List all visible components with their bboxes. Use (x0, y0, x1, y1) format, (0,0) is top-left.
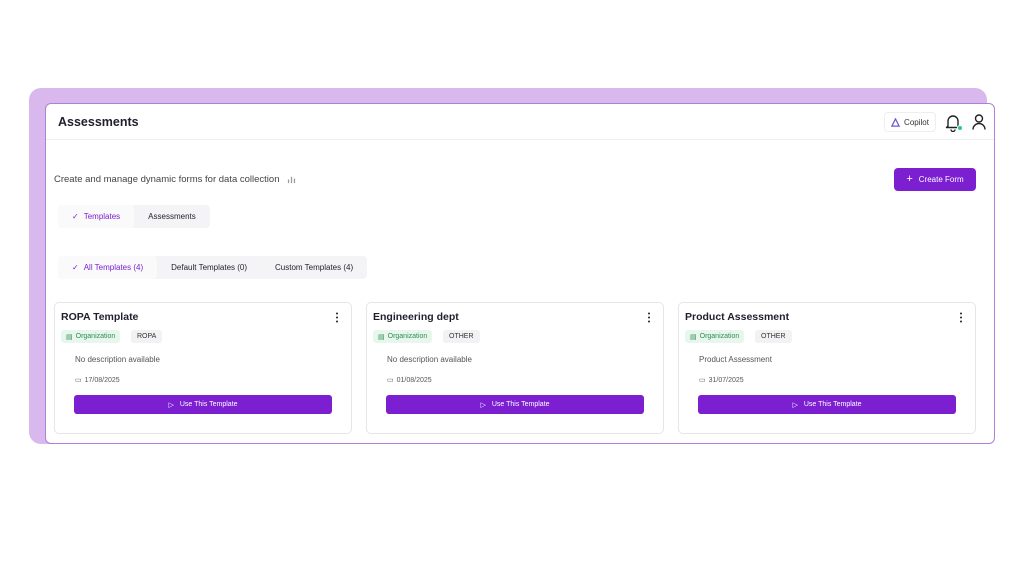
filter-all-label: All Templates (4) (83, 263, 144, 272)
use-template-button[interactable]: ▷ Use This Template (386, 395, 644, 414)
organization-badge: ▤ Organization (61, 330, 121, 343)
more-options-icon[interactable] (335, 312, 339, 323)
subtitle-text: Create and manage dynamic forms for data… (54, 174, 280, 185)
create-form-button[interactable]: + Create Form (894, 168, 976, 191)
card-date: ▭ 17/08/2025 (75, 376, 120, 385)
copilot-icon (891, 117, 901, 127)
filter-custom-templates[interactable]: Custom Templates (4) (261, 256, 367, 279)
category-badge: OTHER (443, 330, 480, 343)
page-title: Assessments (58, 115, 139, 129)
page-subtitle: Create and manage dynamic forms for data… (54, 174, 296, 185)
building-icon: ▤ (66, 333, 73, 341)
use-template-label: Use This Template (491, 401, 550, 408)
more-options-icon[interactable] (959, 312, 963, 323)
create-form-label: Create Form (918, 175, 964, 184)
notification-dot (957, 125, 963, 131)
play-icon: ▷ (168, 401, 174, 409)
top-bar: Assessments Copilot (46, 104, 994, 140)
card-description: No description available (387, 355, 472, 364)
main-tabs: ✓ Templates Assessments (58, 205, 210, 228)
use-template-button[interactable]: ▷ Use This Template (74, 395, 332, 414)
card-title: ROPA Template (61, 311, 139, 323)
check-icon: ✓ (72, 212, 79, 221)
organization-badge-label: Organization (387, 333, 428, 340)
filter-tabs: ✓ All Templates (4) Default Templates (0… (58, 256, 368, 279)
check-icon: ✓ (72, 263, 79, 272)
card-date: ▭ 31/07/2025 (699, 376, 744, 385)
tab-assessments[interactable]: Assessments (134, 205, 210, 228)
use-template-label: Use This Template (803, 401, 862, 408)
filter-custom-label: Custom Templates (4) (275, 263, 354, 272)
user-icon[interactable] (971, 113, 987, 131)
play-icon: ▷ (792, 401, 798, 409)
card-description: No description available (75, 355, 160, 364)
organization-badge: ▤ Organization (685, 330, 745, 343)
organization-badge-label: Organization (699, 333, 740, 340)
tab-templates[interactable]: ✓ Templates (58, 205, 135, 228)
template-card-ropa: ROPA Template ▤ Organization ROPA No des… (54, 302, 352, 434)
use-template-button[interactable]: ▷ Use This Template (698, 395, 956, 414)
category-badge: ROPA (131, 330, 163, 343)
plus-icon: + (906, 173, 913, 185)
card-title: Engineering dept (373, 311, 459, 323)
tab-templates-label: Templates (83, 212, 121, 221)
calendar-icon: ▭ (75, 377, 82, 384)
chart-icon (288, 176, 296, 184)
filter-default-templates[interactable]: Default Templates (0) (157, 256, 261, 279)
card-title: Product Assessment (685, 311, 790, 323)
app-window: Assessments Copilot Create and manage dy… (45, 103, 995, 444)
copilot-label: Copilot (904, 117, 929, 127)
organization-badge-label: Organization (75, 333, 116, 340)
tab-assessments-label: Assessments (148, 212, 196, 221)
building-icon: ▤ (378, 333, 385, 341)
filter-default-label: Default Templates (0) (171, 263, 248, 272)
filter-all-templates[interactable]: ✓ All Templates (4) (58, 256, 158, 279)
more-options-icon[interactable] (647, 312, 651, 323)
copilot-button[interactable]: Copilot (884, 112, 936, 132)
building-icon: ▤ (690, 333, 697, 341)
template-card-engineering: Engineering dept ▤ Organization OTHER No… (366, 302, 664, 434)
template-card-product: Product Assessment ▤ Organization OTHER … (678, 302, 976, 434)
play-icon: ▷ (480, 401, 486, 409)
card-date-value: 01/08/2025 (396, 376, 432, 384)
card-date-value: 17/08/2025 (84, 376, 120, 384)
card-date: ▭ 01/08/2025 (387, 376, 432, 385)
calendar-icon: ▭ (699, 377, 706, 384)
card-date-value: 31/07/2025 (708, 376, 744, 384)
organization-badge: ▤ Organization (373, 330, 433, 343)
use-template-label: Use This Template (179, 401, 238, 408)
category-badge: OTHER (755, 330, 792, 343)
calendar-icon: ▭ (387, 377, 394, 384)
card-description: Product Assessment (699, 355, 772, 364)
